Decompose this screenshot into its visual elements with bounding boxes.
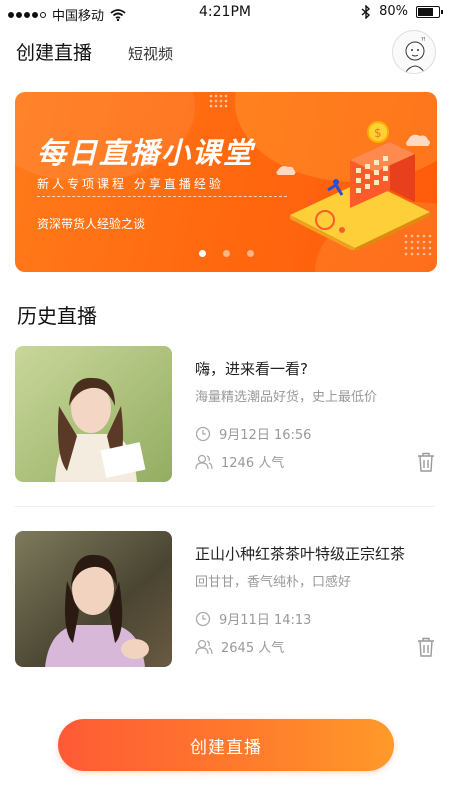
section-title: 历史直播 <box>17 304 97 328</box>
live-thumbnail[interactable] <box>15 531 172 667</box>
pager-dot[interactable] <box>222 250 230 257</box>
dot-grid-decoration <box>209 94 228 108</box>
list-divider <box>15 506 435 507</box>
live-popularity-text: 1246 人气 <box>221 456 285 471</box>
live-description: 海量精选潮品好货，史上最低价 <box>195 390 378 405</box>
live-thumbnail[interactable] <box>15 346 172 482</box>
svg-text:$: $ <box>374 126 382 140</box>
battery-percent: 80% <box>379 4 408 19</box>
live-description: 回甘甘，香气纯朴，口感好 <box>195 575 352 590</box>
live-time-text: 9月11日 14:13 <box>219 613 312 628</box>
promo-banner[interactable]: 每日直播小课堂 新人专项课程 分享直播经验 资深带货人经验之谈 $ <box>15 92 437 272</box>
tab-create-live[interactable]: 创建直播 <box>16 38 92 65</box>
battery-icon <box>416 5 443 18</box>
tab-short-video[interactable]: 短视频 <box>128 43 173 64</box>
status-bar: 中国移动 4:21PM 80% <box>0 0 450 26</box>
user-avatar[interactable]: ?! <box>392 30 436 74</box>
shop-building-illustration: $ <box>276 121 430 250</box>
live-time-text: 9月12日 16:56 <box>219 428 312 443</box>
list-item[interactable]: 嗨，进来看一看? 海量精选潮品好货，史上最低价 9月12日 16:56 1246… <box>15 346 437 482</box>
live-popularity: 1246 人气 <box>195 452 284 471</box>
banner-title: 每日直播小课堂 <box>37 136 255 170</box>
users-icon <box>195 454 213 469</box>
banner-tagline: 资深带货人经验之谈 <box>37 217 146 231</box>
create-live-button[interactable]: 创建直播 <box>58 719 394 771</box>
header: 创建直播 短视频 ?! <box>0 30 450 76</box>
live-time: 9月11日 14:13 <box>195 609 311 628</box>
delete-icon[interactable] <box>417 452 435 472</box>
pager-dot[interactable] <box>198 250 206 257</box>
users-icon <box>195 639 213 654</box>
live-thumbnail-image <box>15 346 172 482</box>
live-time: 9月12日 16:56 <box>195 424 311 443</box>
live-popularity: 2645 人气 <box>195 637 284 656</box>
banner-subtitle: 新人专项课程 分享直播经验 <box>37 177 224 191</box>
pager-dot[interactable] <box>246 250 254 257</box>
svg-text:?!: ?! <box>421 37 426 43</box>
delete-icon[interactable] <box>417 637 435 657</box>
avatar-cartoon-icon: ?! <box>404 37 426 73</box>
live-title: 正山小种红茶茶叶特级正宗红茶 <box>195 545 406 563</box>
clock-icon <box>195 426 211 441</box>
banner-pager[interactable] <box>15 250 437 257</box>
live-title: 嗨，进来看一看? <box>195 360 308 378</box>
list-item[interactable]: 正山小种红茶茶叶特级正宗红茶 回甘甘，香气纯朴，口感好 9月11日 14:13 … <box>15 531 437 667</box>
live-thumbnail-image <box>15 531 172 667</box>
banner-divider <box>37 196 287 197</box>
battery-fill <box>418 7 433 16</box>
live-popularity-text: 2645 人气 <box>221 641 285 656</box>
clock-icon <box>195 611 211 626</box>
bluetooth-icon <box>361 4 371 19</box>
status-right: 80% <box>361 4 443 19</box>
